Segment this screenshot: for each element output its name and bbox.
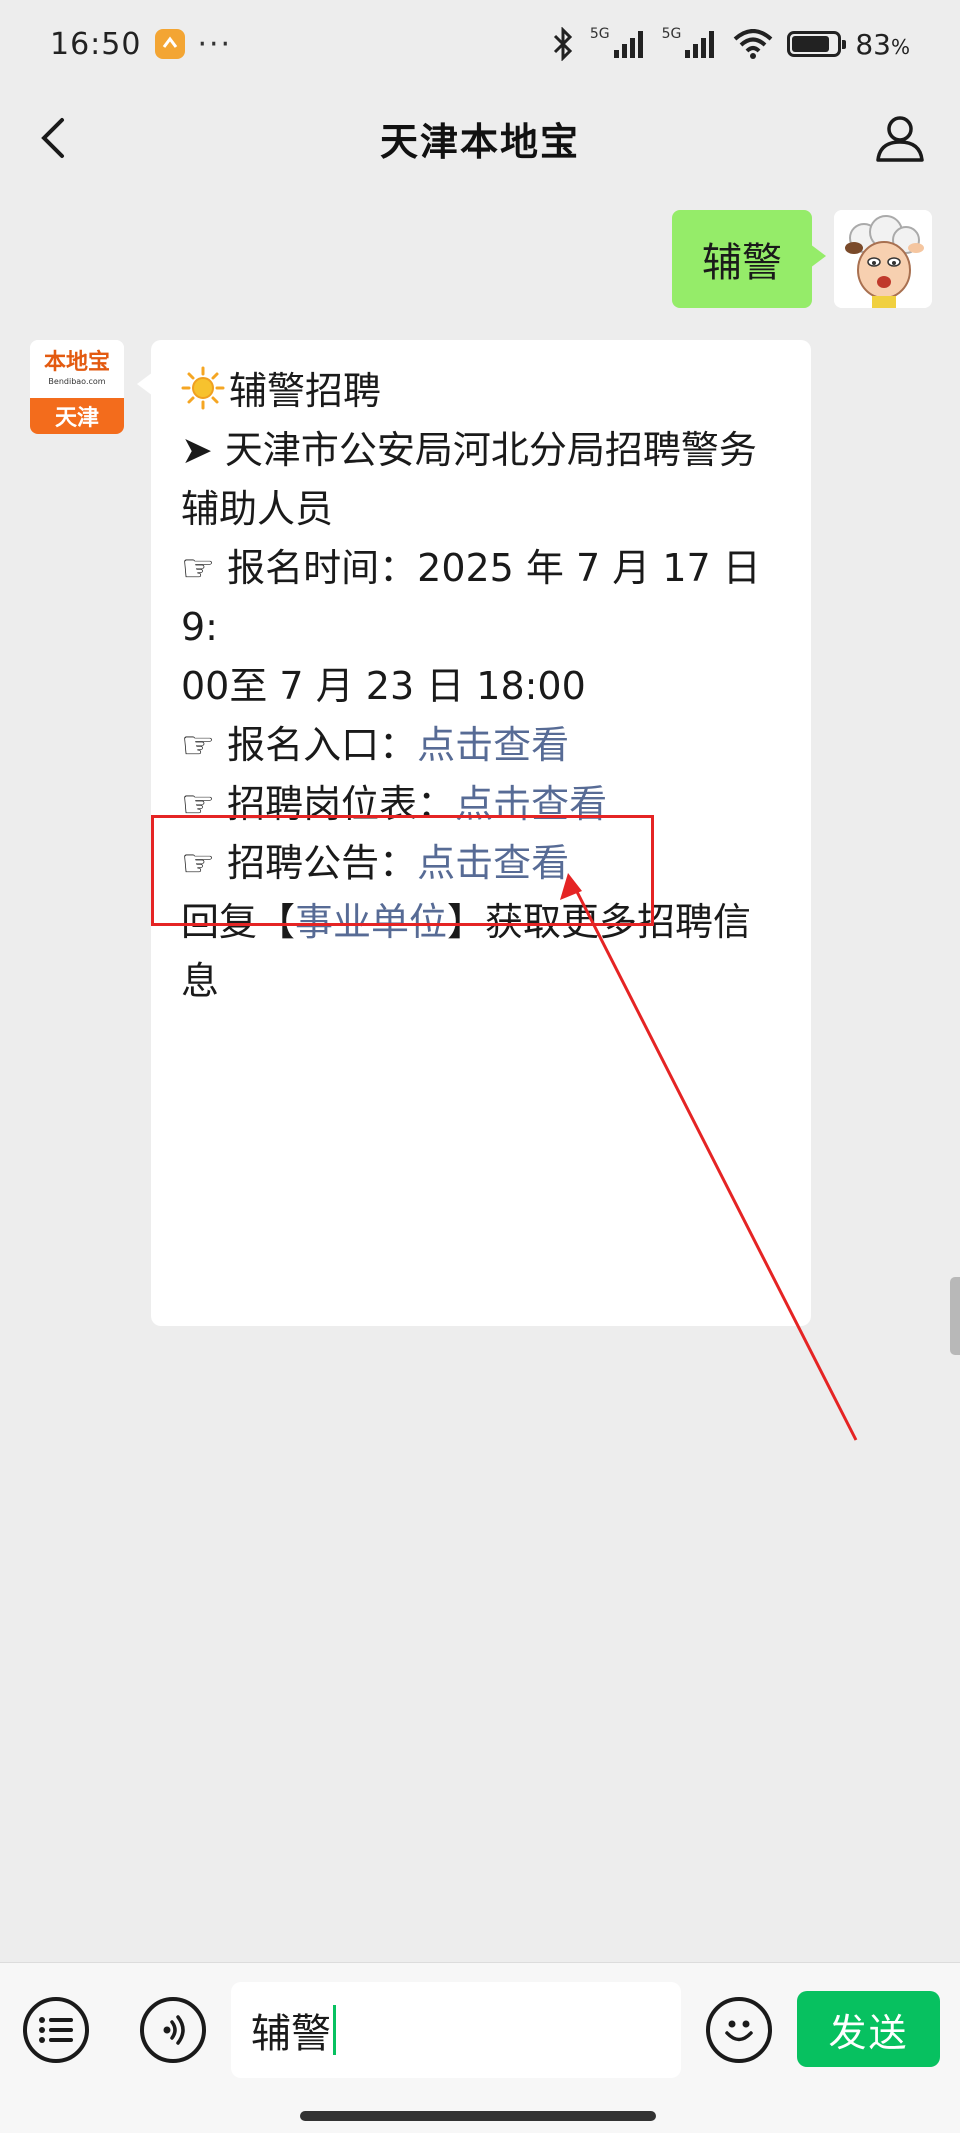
avatar-logo-text: 本地宝	[43, 350, 110, 375]
network-type-label: 5G	[589, 26, 610, 42]
message-header: 辅警招聘	[181, 362, 781, 421]
nav-bar: 天津本地宝	[0, 88, 960, 188]
job-title-line-cont: 辅助人员	[181, 487, 334, 531]
signal-icon	[613, 31, 643, 58]
back-arrow-icon[interactable]	[34, 114, 74, 162]
battery-percent: 83%	[855, 27, 910, 61]
reply-hint-line-cont: 息	[181, 959, 220, 1003]
avatar-city-label: 天津	[30, 398, 124, 434]
voice-icon	[163, 2015, 185, 2045]
annotation-highlight-box	[151, 815, 654, 926]
registration-entry-label: ☞ 报名入口：	[181, 723, 418, 767]
message-input[interactable]: 辅警	[231, 1982, 681, 2078]
scrollbar-thumb[interactable]	[950, 1277, 960, 1355]
sent-message-row: 辅警	[672, 210, 932, 308]
home-indicator[interactable]	[300, 2111, 656, 2121]
input-bar: 辅警 发送	[0, 1962, 960, 2133]
voice-input-button[interactable]	[140, 1997, 206, 2063]
more-notifications-icon: ···	[197, 26, 233, 62]
list-menu-icon	[39, 2017, 73, 2043]
status-time: 16:50	[50, 26, 142, 62]
user-avatar[interactable]	[834, 210, 932, 308]
wifi-icon	[734, 29, 773, 59]
chat-title: 天津本地宝	[379, 119, 580, 164]
signal-icon-2	[685, 31, 715, 58]
app-notification-icon	[155, 29, 186, 59]
emoji-icon	[725, 2020, 753, 2042]
menu-toggle-button[interactable]	[23, 1997, 89, 2063]
sent-message-bubble[interactable]: 辅警	[672, 210, 826, 308]
profile-icon[interactable]	[874, 112, 926, 164]
job-title-line: ➤ 天津市公安局河北分局招聘警务	[181, 428, 757, 472]
sent-message-text: 辅警	[702, 240, 782, 286]
status-bar: 16:50 ··· 5G 5G 83%	[0, 0, 960, 88]
registration-time-line: ☞ 报名时间：2025 年 7 月 17 日 9:	[181, 546, 761, 649]
sun-icon	[181, 366, 225, 410]
message-header-text: 辅警招聘	[229, 369, 382, 413]
bluetooth-icon	[553, 27, 572, 61]
network-type-label-2: 5G	[661, 26, 682, 42]
emoji-button[interactable]	[706, 1997, 772, 2063]
registration-entry-line: ☞ 报名入口：点击查看	[181, 716, 781, 775]
official-account-avatar[interactable]: 本地宝 Bendibao.com 天津	[30, 340, 124, 434]
registration-entry-link[interactable]: 点击查看	[417, 723, 569, 767]
message-input-text: 辅警	[251, 2011, 331, 2057]
sheep-avatar-icon	[834, 210, 932, 308]
battery-icon	[787, 31, 847, 57]
status-indicators: 5G 5G 83%	[550, 26, 910, 61]
avatar-logo-domain: Bendibao.com	[48, 377, 106, 386]
text-cursor	[333, 2005, 336, 2055]
registration-time-line-cont: 00至 7 月 23 日 18:00	[181, 664, 586, 708]
send-button[interactable]: 发送	[797, 1991, 940, 2067]
